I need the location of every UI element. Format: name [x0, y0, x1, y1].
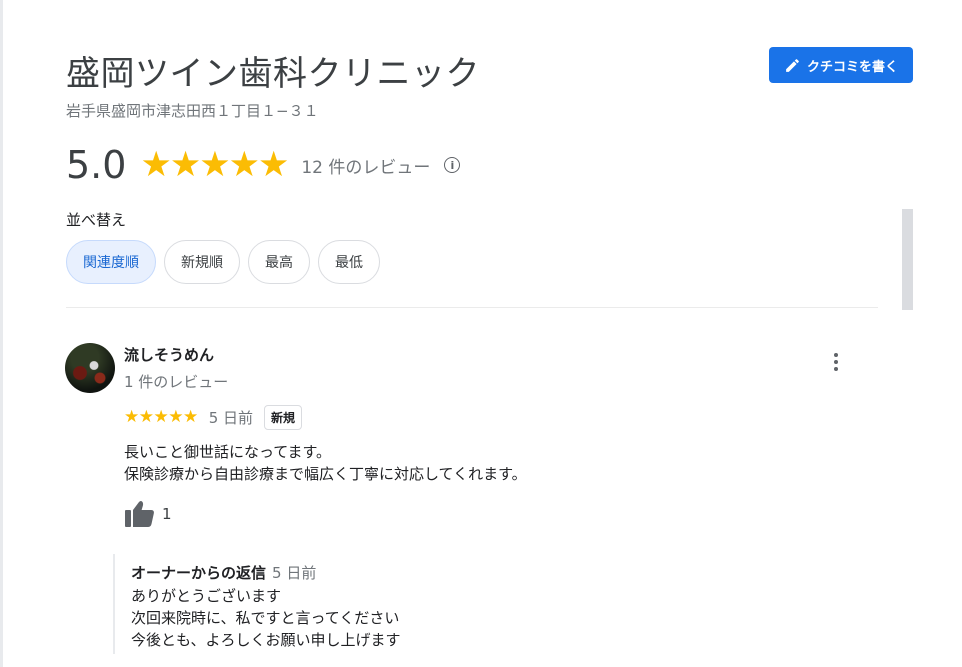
review-text-line: 長いこと御世話になってます。: [124, 443, 332, 461]
owner-reply-line: 今後とも、よろしくお願い申し上げます: [131, 631, 401, 649]
info-icon[interactable]: i: [444, 157, 461, 173]
sort-chips: 関連度順 新規順 最高 最低: [66, 240, 380, 284]
owner-reply-header: オーナーからの返信 5 日前: [131, 562, 316, 583]
place-title: 盛岡ツイン歯科クリニック: [66, 54, 480, 94]
avatar[interactable]: [65, 343, 115, 393]
review-time: 5 日前: [208, 408, 254, 427]
write-review-button[interactable]: クチコミを書く: [769, 47, 913, 83]
rating-summary: 5.0 ★★★★★ 12 件のレビュー i: [66, 143, 461, 187]
review-text-line: 保険診療から自由診療まで幅広く丁寧に対応してくれます。: [124, 465, 527, 483]
owner-reply-line: 次回来院時に、私ですと言ってください: [131, 609, 400, 627]
owner-reply-time: 5 日前: [272, 564, 317, 582]
review-text: 長いこと御世話になってます。 保険診療から自由診療まで幅広く丁寧に対応してくれま…: [124, 441, 527, 485]
review-stars: ★★★★★: [124, 407, 198, 427]
reviewer-review-count: 1 件のレビュー: [124, 373, 229, 391]
sort-label: 並べ替え: [66, 211, 127, 229]
owner-reply-label: オーナーからの返信: [131, 564, 267, 582]
pencil-icon: [786, 58, 799, 72]
sort-chip-relevance[interactable]: 関連度順: [66, 240, 156, 284]
sort-chip-lowest[interactable]: 最低: [318, 240, 380, 284]
panel-left-edge: [0, 0, 3, 667]
like-count: 1: [162, 505, 172, 523]
review-count: 12 件のレビュー: [301, 157, 431, 178]
thumbs-up-icon[interactable]: [124, 499, 156, 529]
owner-reply-text: ありがとうございます 次回来院時に、私ですと言ってください 今後とも、よろしくお…: [131, 585, 401, 651]
scrollbar-thumb[interactable]: [902, 209, 913, 310]
new-badge: 新規: [264, 404, 303, 430]
sort-chip-newest[interactable]: 新規順: [164, 240, 240, 284]
rating-score: 5.0: [66, 143, 127, 187]
place-address: 岩手県盛岡市津志田西１丁目１−３１: [66, 102, 319, 120]
write-review-label: クチコミを書く: [806, 59, 898, 75]
section-divider: [66, 307, 878, 308]
reviewer-name[interactable]: 流しそうめん: [124, 344, 214, 365]
owner-reply-line: ありがとうございます: [131, 587, 282, 605]
review-meta: ★★★★★ 5 日前 新規: [124, 404, 303, 430]
owner-reply: オーナーからの返信 5 日前 ありがとうございます 次回来院時に、私ですと言ってく…: [113, 554, 815, 654]
more-options-icon[interactable]: [826, 350, 846, 374]
rating-stars: ★★★★★: [140, 145, 289, 185]
sort-chip-highest[interactable]: 最高: [248, 240, 310, 284]
